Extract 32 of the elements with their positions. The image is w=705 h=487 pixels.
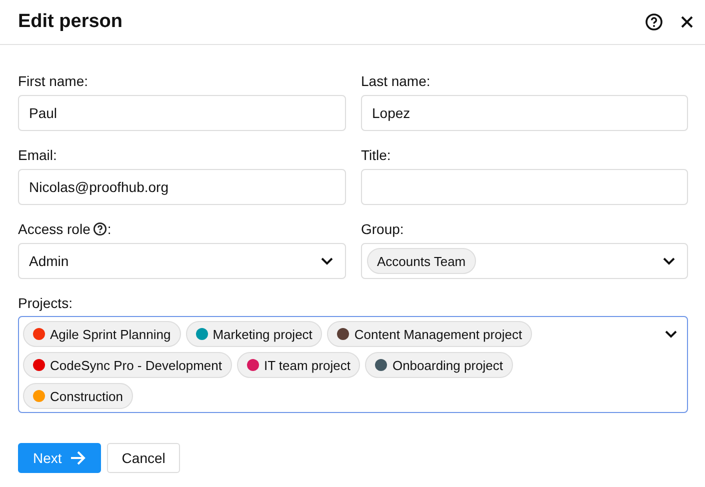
input-field[interactable]: Lopez bbox=[361, 95, 688, 131]
group-select[interactable]: Accounts Team bbox=[361, 243, 688, 279]
close-icon[interactable] bbox=[681, 16, 693, 28]
help-icon[interactable] bbox=[645, 13, 663, 31]
arrow-right-icon bbox=[70, 451, 86, 465]
tag-chip[interactable]: CodeSync Pro - Development bbox=[23, 352, 232, 378]
label-colon: : bbox=[107, 221, 112, 237]
chevron-down-icon bbox=[665, 330, 677, 338]
tag-chip[interactable]: Marketing project bbox=[186, 321, 322, 347]
chevron-down-icon bbox=[321, 257, 333, 265]
help-icon[interactable] bbox=[93, 222, 108, 236]
input-field[interactable]: Nicolas@proofhub.org bbox=[18, 169, 346, 205]
projects-select[interactable]: Agile Sprint Planning Marketing project Content Management project CodeSync Pro - Development IT team project Onboarding project Construction bbox=[18, 316, 688, 413]
field-label: Last name: bbox=[361, 73, 430, 89]
tag-chip[interactable]: Agile Sprint Planning bbox=[23, 321, 181, 347]
tag-chip[interactable]: IT team project bbox=[236, 352, 360, 378]
tag-chip[interactable]: Onboarding project bbox=[365, 352, 514, 378]
tag-chip[interactable]: Accounts Team bbox=[367, 248, 476, 274]
tag-chip[interactable]: Construction bbox=[23, 383, 133, 409]
field-label: First name: bbox=[18, 73, 88, 89]
field-label: Projects: bbox=[18, 294, 74, 313]
input-field[interactable]: Paul bbox=[18, 95, 346, 131]
tag-chip[interactable]: Content Management project bbox=[327, 321, 532, 347]
dialog-title: Edit person bbox=[18, 11, 124, 33]
chevron-down-icon bbox=[663, 257, 675, 265]
field-label: Group: bbox=[361, 221, 404, 237]
field-label: Access role bbox=[18, 221, 90, 237]
cancel-button[interactable]: Cancel bbox=[106, 443, 180, 473]
field-label: Title: bbox=[361, 147, 391, 163]
select-field[interactable]: Admin bbox=[18, 243, 346, 279]
input-field[interactable] bbox=[361, 169, 688, 205]
field-label: Email: bbox=[18, 147, 57, 163]
